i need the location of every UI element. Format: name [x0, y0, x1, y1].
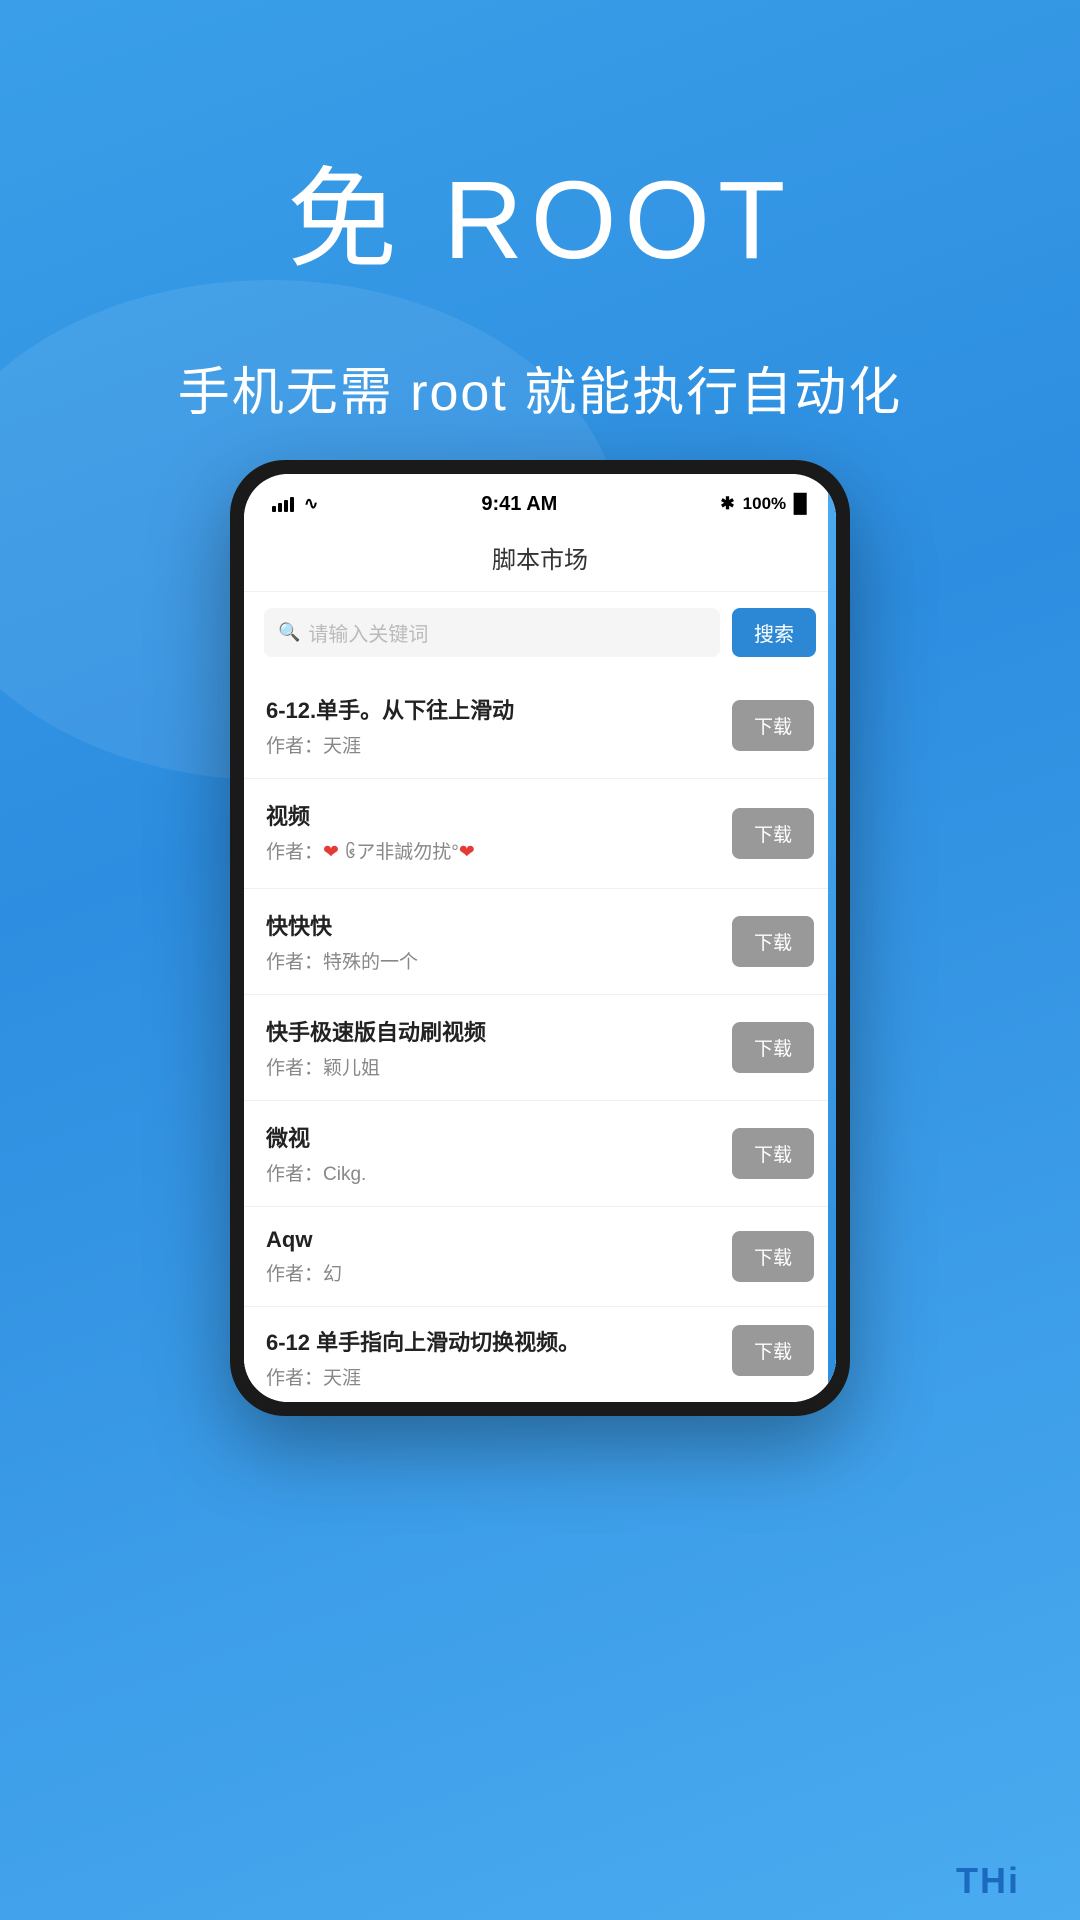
- script-title: 视频: [266, 799, 732, 831]
- download-button[interactable]: 下载: [732, 1128, 814, 1179]
- heart-icon-right: ❤: [459, 842, 475, 863]
- script-title: 微视: [266, 1121, 732, 1153]
- script-info: Aqw 作者：幻: [266, 1227, 732, 1286]
- script-item: 6-12.单手。从下往上滑动 作者：天涯 下载: [244, 673, 836, 779]
- script-title: 6-12 单手指向上滑动切换视频。: [266, 1325, 732, 1357]
- hero-title: 免 ROOT: [0, 130, 1080, 290]
- phone-outer-frame: ∿ 9:41 AM ✱ 100% ▉ 脚本市场 🔍 请输入关键词 搜索: [230, 460, 850, 1416]
- script-author: 作者：特殊的一个: [266, 947, 732, 974]
- signal-bar-2: [278, 503, 282, 512]
- download-button[interactable]: 下载: [732, 700, 814, 751]
- bluetooth-icon: ✱: [720, 494, 734, 514]
- script-author: 作者：Cikg.: [266, 1159, 732, 1186]
- script-list: 6-12.单手。从下往上滑动 作者：天涯 下载 视频 作者：❤ ᪆ア非誠勿扰°❤…: [244, 673, 836, 1402]
- script-info: 微视 作者：Cikg.: [266, 1121, 732, 1186]
- script-author: 作者：天涯: [266, 731, 732, 758]
- wifi-icon: ∿: [304, 494, 318, 514]
- search-placeholder: 请输入关键词: [308, 618, 428, 647]
- signal-bar-1: [272, 506, 276, 512]
- script-author: 作者：❤ ᪆ア非誠勿扰°❤: [266, 837, 732, 868]
- script-author: 作者：颖儿姐: [266, 1053, 732, 1080]
- status-left: ∿: [272, 494, 318, 514]
- battery-icon: ▉: [794, 494, 808, 515]
- download-button[interactable]: 下载: [732, 1231, 814, 1282]
- script-info: 快手极速版自动刷视频 作者：颖儿姐: [266, 1015, 732, 1080]
- script-info: 6-12 单手指向上滑动切换视频。 作者：天涯: [266, 1325, 732, 1390]
- script-title: 6-12.单手。从下往上滑动: [266, 693, 732, 725]
- download-button[interactable]: 下载: [732, 1325, 814, 1376]
- status-bar: ∿ 9:41 AM ✱ 100% ▉: [244, 474, 836, 526]
- signal-bars-icon: [272, 496, 294, 512]
- download-button[interactable]: 下载: [732, 916, 814, 967]
- app-title: 脚本市场: [492, 547, 588, 574]
- script-title: 快快快: [266, 909, 732, 941]
- author-name: ᪆ア非誠勿扰°: [339, 842, 459, 863]
- download-button[interactable]: 下载: [732, 1022, 814, 1073]
- footer-text: THi: [956, 1860, 1020, 1902]
- phone-mockup: ∿ 9:41 AM ✱ 100% ▉ 脚本市场 🔍 请输入关键词 搜索: [230, 460, 850, 1416]
- script-info: 视频 作者：❤ ᪆ア非誠勿扰°❤: [266, 799, 732, 868]
- hero-section: 免 ROOT 手机无需 root 就能执行自动化: [0, 0, 1080, 425]
- signal-bar-3: [284, 500, 288, 512]
- search-icon: 🔍: [278, 622, 300, 643]
- script-title: 快手极速版自动刷视频: [266, 1015, 732, 1047]
- signal-bar-4: [290, 497, 294, 512]
- hero-subtitle: 手机无需 root 就能执行自动化: [0, 350, 1080, 425]
- phone-screen: ∿ 9:41 AM ✱ 100% ▉ 脚本市场 🔍 请输入关键词 搜索: [244, 474, 836, 1402]
- script-info: 快快快 作者：特殊的一个: [266, 909, 732, 974]
- author-label: 作者：: [266, 842, 323, 863]
- search-bar: 🔍 请输入关键词 搜索: [244, 592, 836, 673]
- app-header: 脚本市场: [244, 526, 836, 592]
- script-item: 快手极速版自动刷视频 作者：颖儿姐 下载: [244, 995, 836, 1101]
- script-item: Aqw 作者：幻 下载: [244, 1207, 836, 1307]
- search-button[interactable]: 搜索: [732, 608, 816, 657]
- script-author: 作者：幻: [266, 1259, 732, 1286]
- script-item: 视频 作者：❤ ᪆ア非誠勿扰°❤ 下载: [244, 779, 836, 889]
- script-author: 作者：天涯: [266, 1363, 732, 1390]
- script-info: 6-12.单手。从下往上滑动 作者：天涯: [266, 693, 732, 758]
- status-time: 9:41 AM: [481, 493, 557, 516]
- script-title: Aqw: [266, 1227, 732, 1253]
- battery-percentage: 100%: [743, 494, 786, 514]
- side-accent-strip: [828, 474, 836, 1402]
- status-right: ✱ 100% ▉: [720, 494, 808, 515]
- heart-icon-left: ❤: [323, 842, 339, 863]
- download-button[interactable]: 下载: [732, 808, 814, 859]
- search-input-wrapper[interactable]: 🔍 请输入关键词: [264, 608, 720, 657]
- script-item-partial: 6-12 单手指向上滑动切换视频。 作者：天涯 下载: [244, 1307, 836, 1402]
- script-item: 微视 作者：Cikg. 下载: [244, 1101, 836, 1207]
- script-item: 快快快 作者：特殊的一个 下载: [244, 889, 836, 995]
